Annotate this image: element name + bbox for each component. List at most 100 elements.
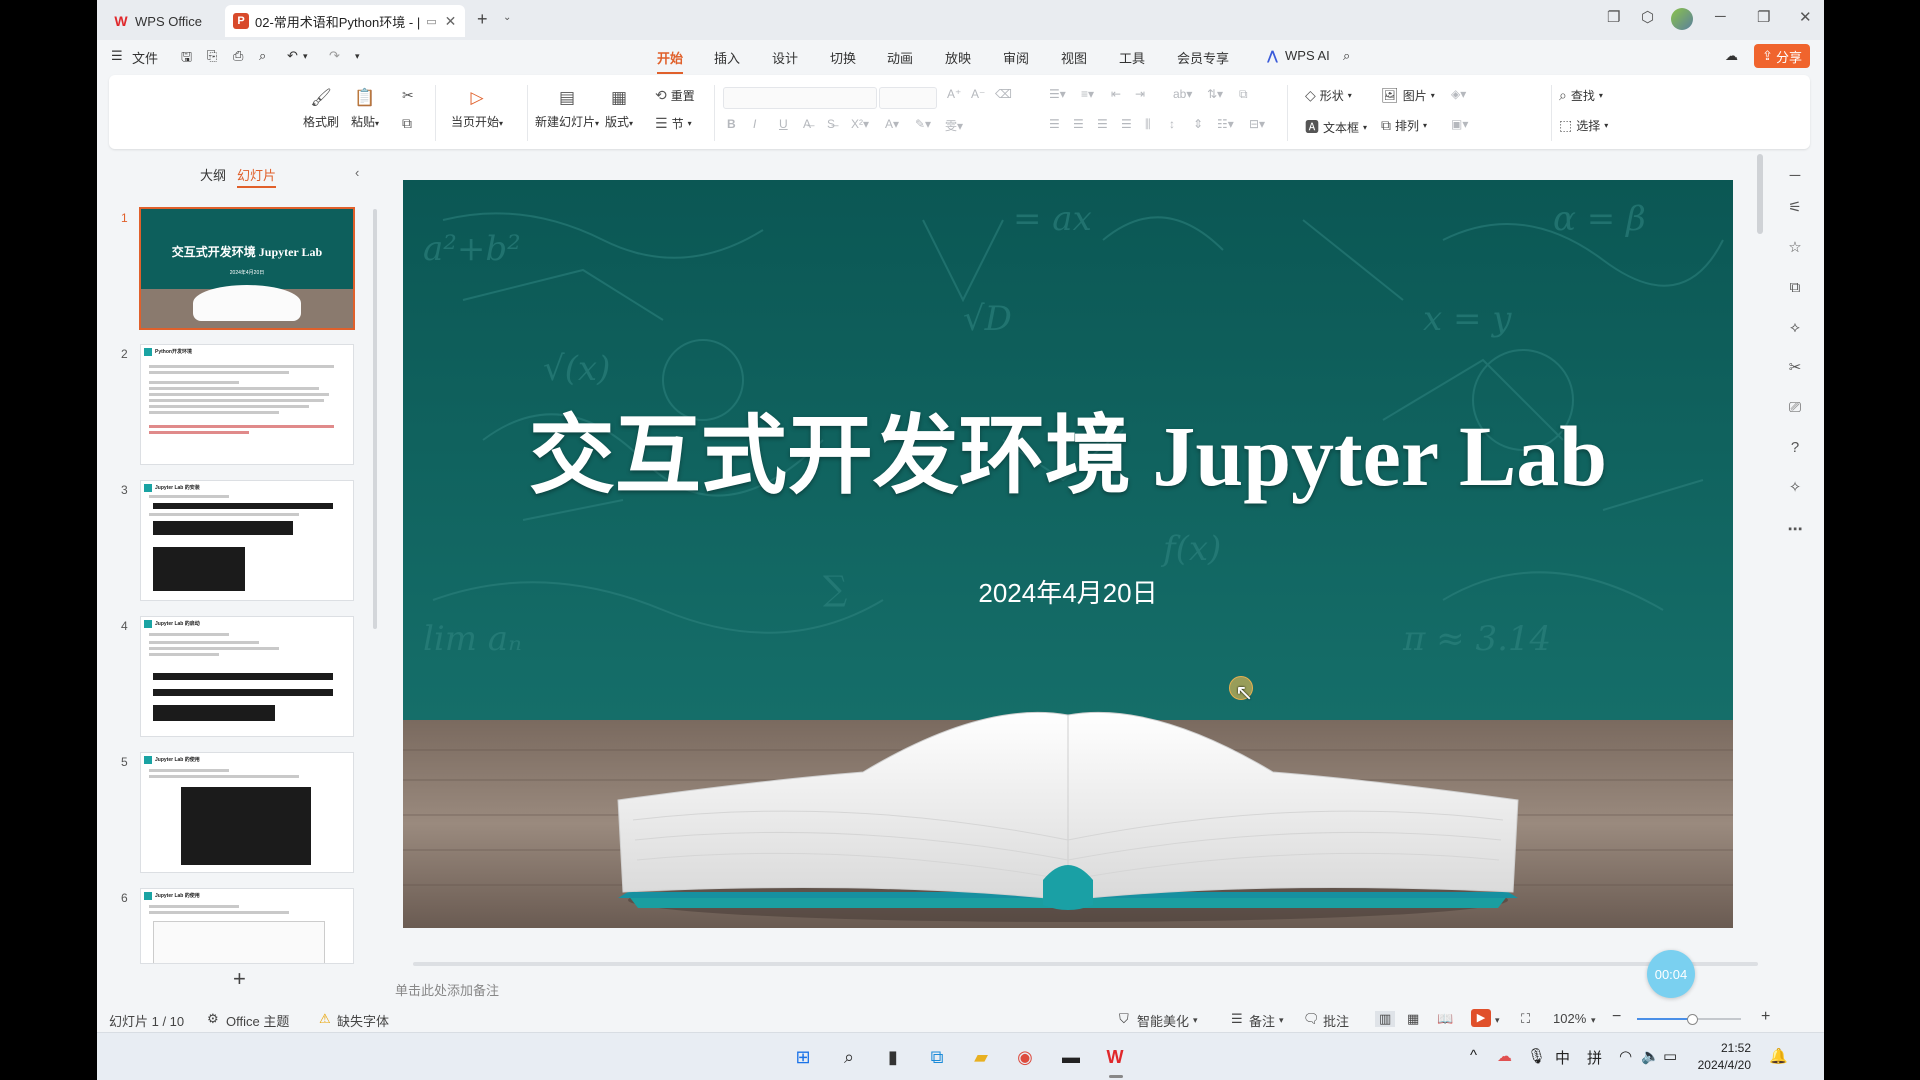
share-link-icon[interactable]: ⎘	[207, 48, 217, 64]
distribute-icon[interactable]: ⫼	[1145, 117, 1151, 132]
clock-time[interactable]: 21:52	[1701, 1041, 1751, 1055]
theme-label[interactable]: Office 主题	[226, 1011, 289, 1030]
menu-file[interactable]: 文件	[132, 48, 158, 67]
chevron-down-icon[interactable]: ▾	[1591, 1015, 1596, 1026]
tab-design[interactable]: 设计	[772, 48, 798, 67]
slide-thumbnail-2[interactable]: Python开发环境	[141, 345, 353, 464]
ai-icon[interactable]: ⟡	[1785, 318, 1805, 338]
hamburger-icon[interactable]: ☰	[111, 48, 123, 64]
comments-button[interactable]: 批注	[1323, 1011, 1349, 1030]
slide-date[interactable]: 2024年4月20日	[403, 573, 1733, 610]
zoom-in-icon[interactable]: +	[1761, 1008, 1770, 1026]
slide-title[interactable]: 交互式开发环境 Jupyter Lab	[403, 385, 1733, 510]
highlight-icon[interactable]: ✎▾	[915, 117, 931, 131]
microphone-icon[interactable]: 🎙	[1527, 1047, 1546, 1065]
search-icon[interactable]: ⌕	[835, 1043, 863, 1071]
tab-slideshow[interactable]: 放映	[945, 48, 971, 67]
collapse-sidebar-icon[interactable]: ─	[1785, 166, 1805, 186]
print-preview-icon[interactable]: ⌕	[259, 48, 266, 64]
reset-button[interactable]: ⟲ 重置	[655, 87, 695, 104]
convert-icon[interactable]: ⧉	[1239, 87, 1248, 102]
file-explorer-icon[interactable]: ▰	[967, 1043, 995, 1071]
close-tab-icon[interactable]: ✕	[445, 13, 457, 30]
save-icon[interactable]: 🖫	[181, 48, 192, 70]
slide-thumbnail-3[interactable]: Jupyter Lab 的安装	[141, 481, 353, 600]
select-button[interactable]: ⬚ 选择 ▾	[1559, 117, 1608, 134]
tab-document[interactable]: P 02-常用术语和Python环境 - | ▭ ✕	[225, 5, 465, 37]
notification-icon[interactable]: 🔔	[1769, 1047, 1788, 1065]
clock-date[interactable]: 2024/4/20	[1691, 1058, 1751, 1072]
superscript-icon[interactable]: X²▾	[851, 117, 869, 131]
section-button[interactable]: ☰ 节 ▾	[655, 115, 692, 132]
columns-icon[interactable]: ☷▾	[1217, 117, 1234, 131]
tab-member[interactable]: 会员专享	[1177, 48, 1229, 67]
font-family-select[interactable]	[723, 87, 877, 109]
collapse-panel-icon[interactable]: ‹	[355, 165, 359, 180]
line-spacing-icon[interactable]: ↕	[1169, 117, 1175, 131]
fill-icon[interactable]: ◈▾	[1451, 87, 1466, 101]
tools-icon[interactable]: ✂	[1785, 358, 1805, 378]
sort-icon[interactable]: ⇅▾	[1207, 87, 1223, 101]
strikethrough-icon[interactable]: A̶	[803, 117, 811, 131]
tab-slides[interactable]: 幻灯片	[237, 165, 277, 188]
share-button[interactable]: ⇪ 分享	[1754, 44, 1810, 68]
slide-thumbnail-4[interactable]: Jupyter Lab 的启动	[141, 617, 353, 736]
help-icon[interactable]: ?	[1785, 438, 1805, 458]
font-color-icon[interactable]: A▾	[885, 117, 899, 131]
restore-icon[interactable]: ❐	[1757, 8, 1770, 26]
outline-icon[interactable]: ▣▾	[1451, 117, 1468, 131]
cube-icon[interactable]: ⬡	[1641, 8, 1654, 26]
outdent-icon[interactable]: ⇤	[1111, 87, 1121, 101]
text-direction-icon[interactable]: ab▾	[1173, 87, 1192, 101]
ime-lang[interactable]: 中	[1555, 1047, 1570, 1068]
cloud-icon[interactable]: ☁	[1725, 48, 1738, 64]
magic-icon[interactable]: ✧	[1785, 478, 1805, 498]
font-size-select[interactable]	[879, 87, 937, 109]
chevron-down-icon[interactable]: ▾	[1193, 1015, 1198, 1026]
undo-icon[interactable]: ↶	[287, 48, 298, 64]
zoom-out-icon[interactable]: −	[1612, 1008, 1621, 1026]
text-align-icon[interactable]: ⊟▾	[1249, 117, 1265, 131]
zoom-slider[interactable]	[1637, 1014, 1741, 1025]
shape-button[interactable]: ◇ 形状 ▾	[1305, 87, 1352, 104]
align-right-icon[interactable]: ☰	[1097, 117, 1108, 131]
arrange-button[interactable]: ⧉ 排列 ▾	[1381, 117, 1427, 134]
tab-tools[interactable]: 工具	[1119, 48, 1145, 67]
tab-review[interactable]: 审阅	[1003, 48, 1029, 67]
underline-icon[interactable]: U	[779, 117, 788, 131]
wps-ai-icon[interactable]: ⋀	[1267, 48, 1278, 64]
slide-thumbnail-6[interactable]: Jupyter Lab 的使用	[141, 889, 353, 963]
tab-home[interactable]: 开始	[657, 48, 684, 74]
numbering-icon[interactable]: ≡▾	[1081, 87, 1094, 101]
screen-icon[interactable]: ▭	[426, 15, 436, 28]
decrease-font-icon[interactable]: A⁻	[971, 87, 985, 101]
panel-scrollbar[interactable]	[373, 209, 377, 629]
slide-sorter-icon[interactable]: ▦	[1407, 1011, 1419, 1027]
wifi-icon[interactable]: ◠	[1619, 1047, 1632, 1065]
align-center-icon[interactable]: ☰	[1073, 117, 1084, 131]
wps-taskbar-icon[interactable]: W	[1101, 1043, 1129, 1071]
slide-thumbnail-1[interactable]: 交互式开发环境 Jupyter Lab 2024年4月20日	[141, 209, 353, 328]
bullets-icon[interactable]: ☰▾	[1049, 87, 1066, 101]
task-view-icon[interactable]: ▮	[879, 1043, 907, 1071]
chevron-down-icon[interactable]: ▾	[1495, 1015, 1500, 1026]
avatar[interactable]	[1671, 8, 1693, 30]
normal-view-icon[interactable]: ▥	[1375, 1011, 1396, 1027]
star-icon[interactable]: ☆	[1785, 238, 1805, 258]
quick-access-dropdown-icon[interactable]: ▾	[355, 51, 360, 62]
italic-icon[interactable]: I	[753, 117, 756, 131]
textbox-button[interactable]: 🅰 文本框 ▾	[1305, 117, 1367, 137]
justify-icon[interactable]: ☰	[1121, 117, 1132, 131]
slide-canvas[interactable]: a²+b² = ax α = β √(x) √D x = y lim aₙ π …	[403, 180, 1733, 928]
zoom-slider-thumb[interactable]	[1687, 1014, 1698, 1025]
new-slide-button[interactable]: ▤ 新建幻灯片▾	[535, 87, 599, 130]
ime-mode[interactable]: 拼	[1587, 1047, 1602, 1068]
fit-icon[interactable]: ⛶	[1521, 1011, 1530, 1027]
battery-icon[interactable]: ▭	[1663, 1047, 1677, 1065]
picture-button[interactable]: 🖼 图片 ▾	[1381, 87, 1435, 104]
search-icon[interactable]: ⌕	[1343, 48, 1350, 64]
tab-view[interactable]: 视图	[1061, 48, 1087, 67]
tab-outline[interactable]: 大纲	[200, 165, 226, 184]
new-tab-button[interactable]: +	[477, 9, 488, 30]
zoom-level[interactable]: 102%	[1553, 1011, 1586, 1026]
